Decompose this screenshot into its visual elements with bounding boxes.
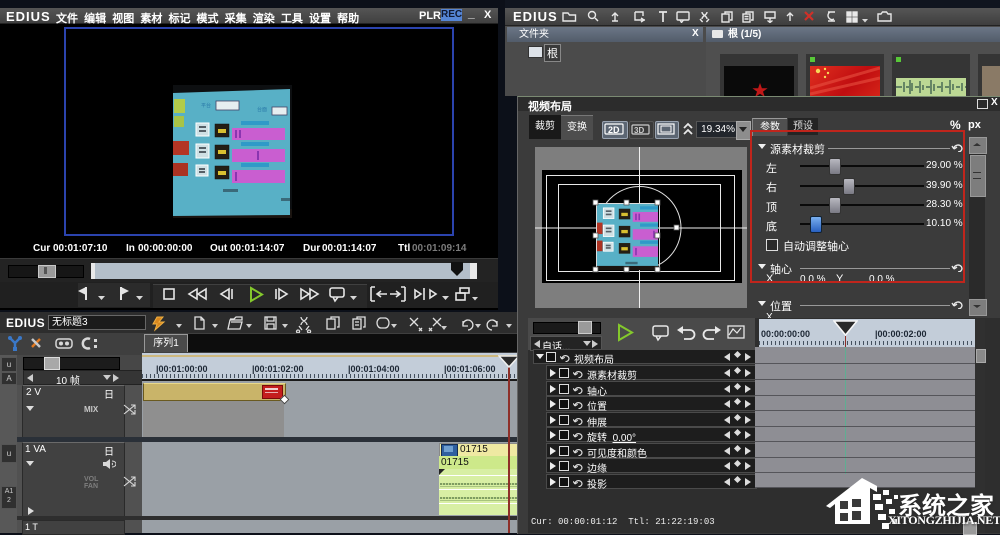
- svg-text:台面: 台面: [257, 106, 267, 113]
- svg-text:3D: 3D: [634, 126, 644, 135]
- svg-text:平台: 平台: [201, 102, 211, 109]
- svg-text:2D: 2D: [608, 125, 620, 135]
